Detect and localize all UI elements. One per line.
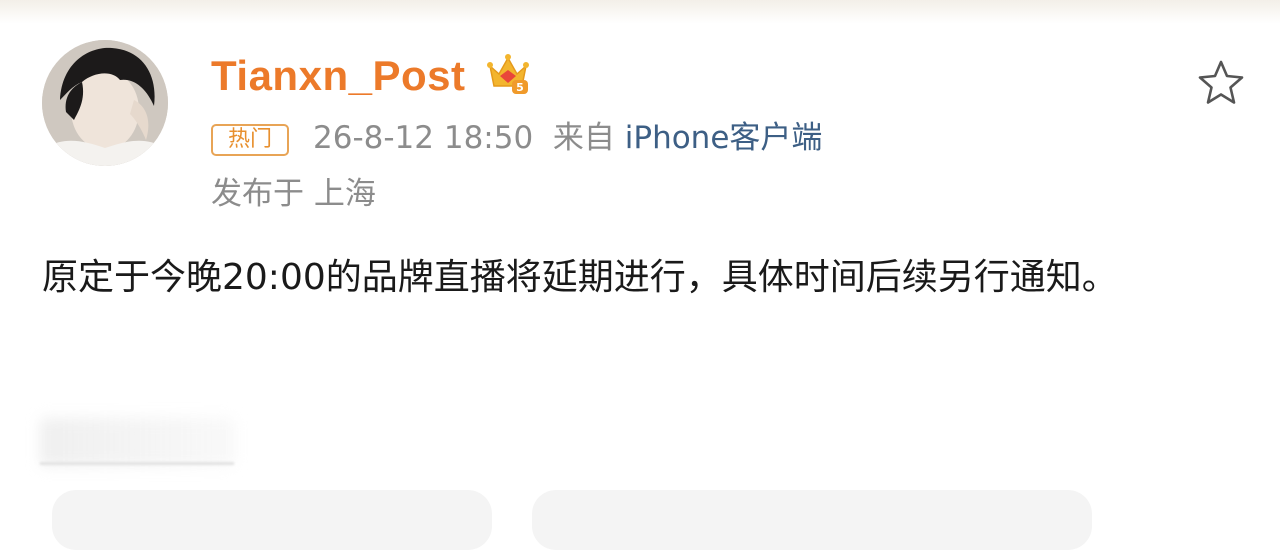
- star-icon[interactable]: [1196, 58, 1246, 108]
- bottom-action-card-left[interactable]: [52, 490, 492, 550]
- blurred-element: [40, 418, 235, 466]
- username[interactable]: Tianxn_Post: [211, 50, 465, 102]
- post-body: 原定于今晚20:00的品牌直播将延期进行，具体时间后续另行通知。: [42, 257, 1118, 298]
- avatar[interactable]: [42, 40, 168, 166]
- blurred-divider: [40, 462, 234, 465]
- post-meta: 26-8-12 18:50 来自 iPhone客户端: [313, 116, 822, 160]
- bottom-action-card-right[interactable]: [532, 490, 1092, 550]
- top-fade: [0, 0, 1280, 24]
- crown-icon: 5: [487, 54, 529, 94]
- source-prefix: 来自: [552, 120, 615, 156]
- vip-level-label: 5: [516, 81, 524, 94]
- timestamp: 26-8-12 18:50: [313, 120, 534, 156]
- hot-badge: 热门: [211, 124, 289, 156]
- post-location: 发布于 上海: [211, 176, 376, 212]
- source-device-link[interactable]: iPhone客户端: [625, 120, 823, 156]
